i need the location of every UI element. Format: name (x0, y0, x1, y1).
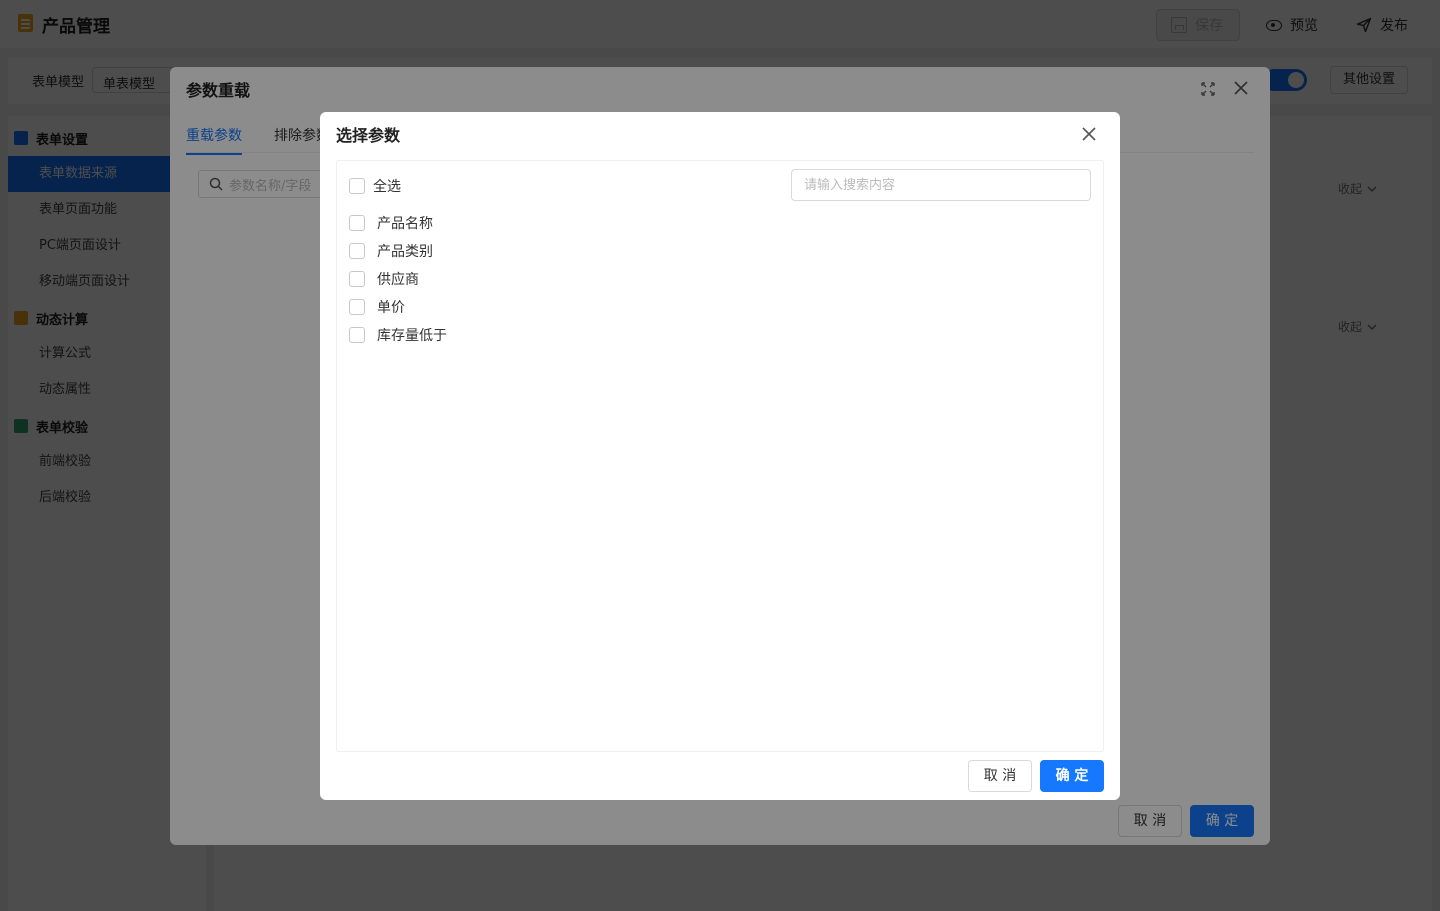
select-all-checkbox[interactable]: 全选 (349, 176, 401, 196)
param-list: 产品名称 产品类别 供应商 单价 库存量低于 (349, 209, 447, 349)
checkbox[interactable] (349, 243, 365, 259)
list-item[interactable]: 供应商 (349, 265, 447, 293)
confirm-button[interactable]: 确 定 (1040, 760, 1104, 792)
select-params-modal: 选择参数 全选 产品名称 产品类别 供应商 单价 (320, 112, 1120, 800)
param-label: 产品类别 (377, 244, 433, 260)
param-label: 单价 (377, 300, 405, 316)
list-item[interactable]: 产品类别 (349, 237, 447, 265)
list-item[interactable]: 产品名称 (349, 209, 447, 237)
param-list-panel: 全选 产品名称 产品类别 供应商 单价 库存量低于 (336, 160, 1104, 752)
checkbox[interactable] (349, 178, 365, 194)
close-icon[interactable] (1080, 125, 1098, 143)
modal-title: 选择参数 (336, 126, 401, 145)
select-all-label: 全选 (373, 179, 401, 195)
checkbox[interactable] (349, 299, 365, 315)
checkbox[interactable] (349, 215, 365, 231)
list-item[interactable]: 单价 (349, 293, 447, 321)
cancel-button[interactable]: 取 消 (968, 760, 1032, 792)
param-label: 产品名称 (377, 216, 433, 232)
checkbox[interactable] (349, 271, 365, 287)
list-item[interactable]: 库存量低于 (349, 321, 447, 349)
param-label: 供应商 (377, 272, 419, 288)
checkbox[interactable] (349, 327, 365, 343)
param-label: 库存量低于 (377, 328, 447, 344)
search-input[interactable] (791, 169, 1091, 201)
